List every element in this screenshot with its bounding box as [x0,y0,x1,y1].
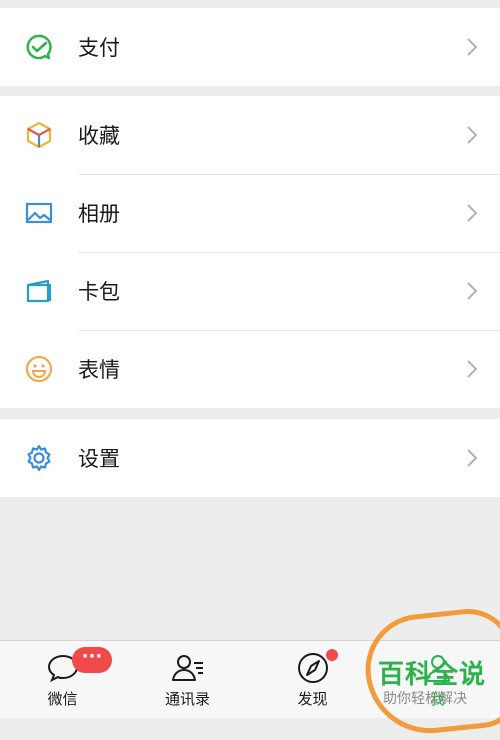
menu-item-pay[interactable]: 支付 [0,8,500,86]
chevron-right-icon [466,37,478,57]
tab-contacts[interactable]: 通讯录 [125,641,250,718]
menu-item-settings[interactable]: 设置 [0,419,500,497]
menu-group-settings: 设置 [0,419,500,497]
menu-item-label: 收藏 [78,124,120,148]
menu-item-card-wallet[interactable]: 卡包 [0,252,500,330]
chevron-right-icon [466,203,478,223]
watermark-logo: 百科全说 助你轻松解决 [360,604,500,740]
watermark-subtitle: 助你轻松解决 [383,691,467,707]
new-activity-dot [326,649,338,661]
tab-discover[interactable]: 发现 [250,641,375,718]
card-wallet-icon [24,276,54,306]
tab-chats[interactable]: ··· 微信 [0,641,125,718]
menu-item-label: 支付 [78,36,120,60]
compass-icon [295,651,331,685]
tab-label: 微信 [47,690,78,708]
unread-badge: ··· [72,647,112,673]
smiley-icon [24,354,54,384]
cube-favorites-icon [24,120,54,150]
menu-item-label: 表情 [78,358,120,382]
tab-label: 发现 [297,690,328,708]
menu-item-label: 相册 [78,202,120,226]
menu-item-label: 设置 [78,447,120,471]
menu-group-pay: 支付 [0,8,500,86]
tab-label: 通讯录 [164,690,210,708]
menu-group-content: 收藏 相册 卡包 表情 [0,96,500,408]
watermark-title: 百科全说 [378,660,487,690]
wallet-check-icon [24,32,54,62]
chevron-right-icon [466,359,478,379]
photo-album-icon [24,198,54,228]
menu-item-label: 卡包 [78,280,120,304]
chevron-right-icon [466,281,478,301]
chevron-right-icon [466,448,478,468]
chevron-right-icon [466,125,478,145]
menu-item-favorites[interactable]: 收藏 [0,96,500,174]
menu-item-stickers[interactable]: 表情 [0,330,500,408]
menu-item-album[interactable]: 相册 [0,174,500,252]
contacts-icon [170,651,206,685]
gear-icon [24,443,54,473]
